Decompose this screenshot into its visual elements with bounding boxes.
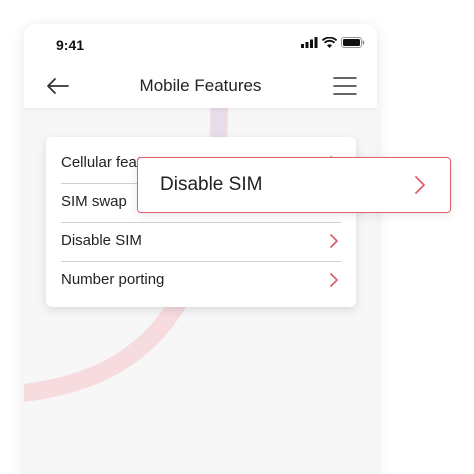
wifi-icon (322, 37, 337, 48)
status-icons (301, 37, 365, 48)
chevron-right-icon (330, 273, 338, 287)
phone-screen: 9:41 Mobile Features Cellular features S… (24, 24, 377, 474)
menu-item-disable-sim[interactable]: Disable SIM (61, 222, 341, 262)
status-time: 9:41 (56, 37, 85, 53)
signal-icon (301, 37, 318, 48)
callout-label: Disable SIM (160, 174, 263, 195)
menu-item-label: SIM swap (61, 193, 127, 210)
hamburger-menu-icon[interactable] (333, 76, 357, 96)
disable-sim-callout[interactable]: Disable SIM (137, 157, 451, 213)
battery-icon (341, 37, 365, 48)
screenshot-stage: 9:41 Mobile Features Cellular features S… (0, 0, 474, 474)
chevron-right-icon (415, 176, 425, 194)
menu-item-label: Disable SIM (61, 232, 142, 249)
menu-item-number-porting[interactable]: Number porting (61, 261, 341, 300)
menu-item-label: Number porting (61, 271, 165, 288)
app-header: 9:41 Mobile Features (24, 24, 377, 108)
page-title: Mobile Features (139, 76, 262, 95)
chevron-right-icon (330, 234, 338, 248)
